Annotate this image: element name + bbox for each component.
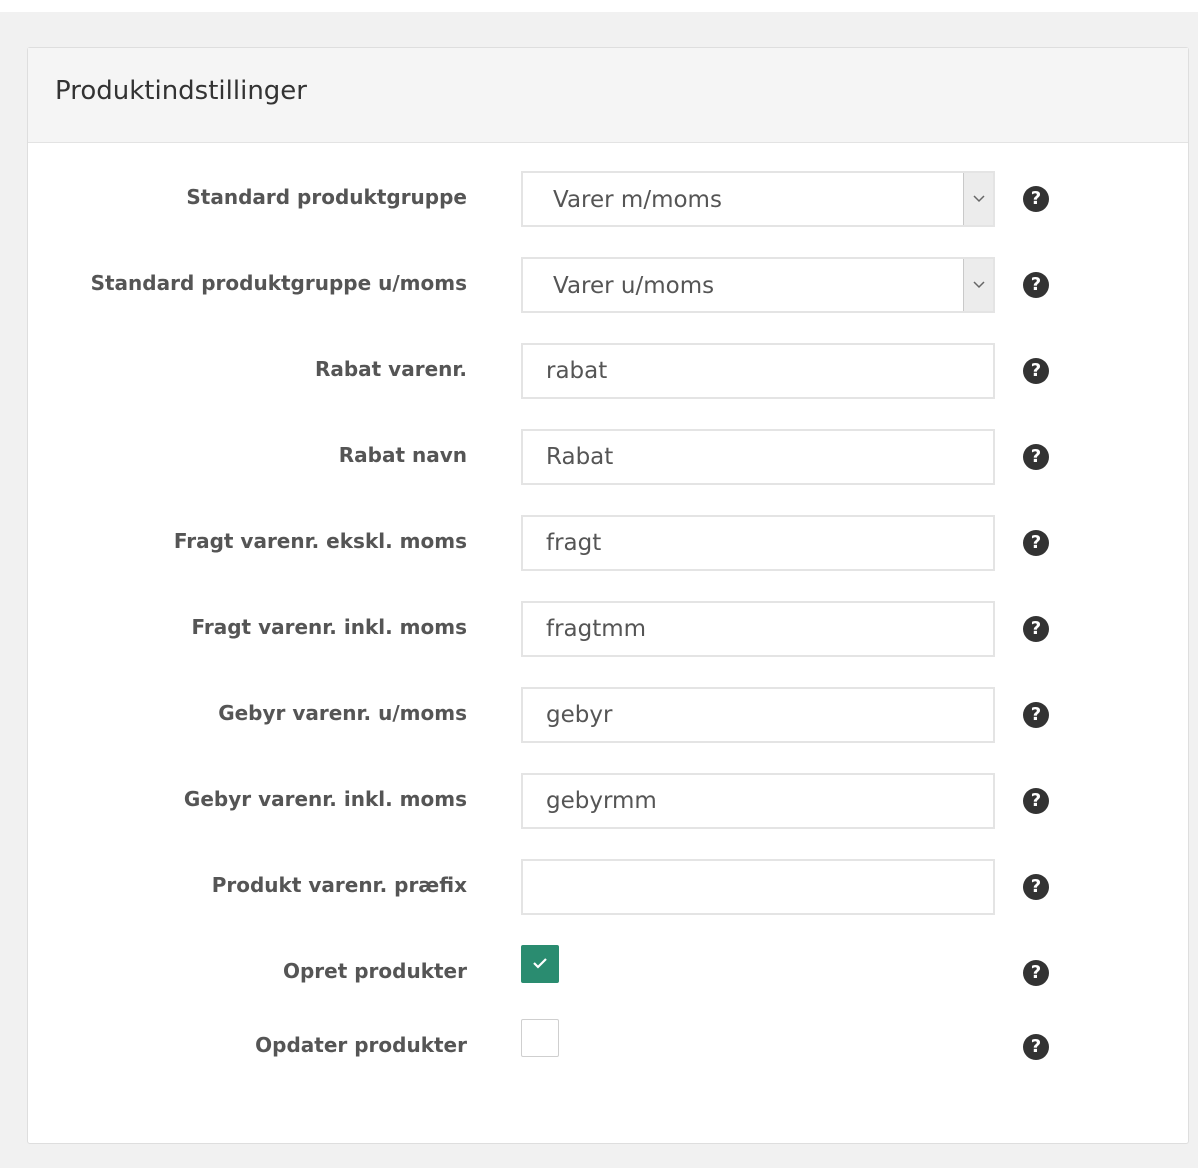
field-label: Rabat varenr.	[314, 357, 467, 381]
freight-incl-vat-field-wrap	[521, 601, 995, 657]
standard-product-group-ex-vat-select[interactable]: Varer u/moms	[521, 257, 995, 313]
product-settings-panel: Produktindstillinger Standard produktgru…	[27, 47, 1189, 1144]
create-products-checkbox[interactable]	[521, 945, 559, 983]
freight-ex-vat-field-wrap	[521, 515, 995, 571]
fee-incl-vat-field[interactable]	[523, 775, 993, 827]
help-icon[interactable]: ?	[1023, 788, 1049, 814]
help-icon[interactable]: ?	[1023, 960, 1049, 986]
help-icon[interactable]: ?	[1023, 186, 1049, 212]
chevron-down-icon[interactable]	[963, 259, 993, 311]
fee-incl-vat-field-wrap	[521, 773, 995, 829]
fee-ex-vat-field-wrap	[521, 687, 995, 743]
help-icon[interactable]: ?	[1023, 702, 1049, 728]
form-row-create-products: Opret produkter ?	[28, 945, 1188, 1003]
discount-name-field[interactable]	[523, 431, 993, 483]
field-label: Gebyr varenr. u/moms	[218, 701, 467, 725]
form-row-discount-item-no: Rabat varenr. ?	[28, 343, 1188, 401]
discount-item-no-field[interactable]	[523, 345, 993, 397]
field-label: Standard produktgruppe u/moms	[90, 271, 467, 295]
form-row-fee-incl-vat: Gebyr varenr. inkl. moms ?	[28, 773, 1188, 831]
help-icon[interactable]: ?	[1023, 272, 1049, 298]
discount-name-field-wrap	[521, 429, 995, 485]
field-label: Opdater produkter	[255, 1033, 467, 1057]
field-label: Rabat navn	[338, 443, 467, 467]
field-label: Gebyr varenr. inkl. moms	[183, 787, 467, 811]
freight-ex-vat-field[interactable]	[523, 517, 993, 569]
help-icon[interactable]: ?	[1023, 444, 1049, 470]
check-icon	[533, 958, 547, 969]
field-label: Opret produkter	[282, 959, 467, 983]
product-prefix-field[interactable]	[523, 861, 993, 913]
form-row-freight-incl-vat: Fragt varenr. inkl. moms ?	[28, 601, 1188, 659]
help-icon[interactable]: ?	[1023, 874, 1049, 900]
form-row-fee-ex-vat: Gebyr varenr. u/moms ?	[28, 687, 1188, 745]
select-value: Varer u/moms	[553, 273, 715, 299]
form-row-standard-product-group: Standard produktgruppe Varer m/moms ?	[28, 171, 1188, 229]
form-row-standard-product-group-ex-vat: Standard produktgruppe u/moms Varer u/mo…	[28, 257, 1188, 315]
panel-header: Produktindstillinger	[28, 48, 1188, 143]
select-value: Varer m/moms	[553, 187, 722, 213]
freight-incl-vat-field[interactable]	[523, 603, 993, 655]
fee-ex-vat-field[interactable]	[523, 689, 993, 741]
field-label: Produkt varenr. præfix	[211, 873, 467, 897]
help-icon[interactable]: ?	[1023, 530, 1049, 556]
standard-product-group-select[interactable]: Varer m/moms	[521, 171, 995, 227]
help-icon[interactable]: ?	[1023, 1034, 1049, 1060]
page-top-strip	[0, 0, 1198, 12]
update-products-checkbox[interactable]	[521, 1019, 559, 1057]
field-label: Fragt varenr. inkl. moms	[191, 615, 468, 639]
help-icon[interactable]: ?	[1023, 616, 1049, 642]
product-prefix-field-wrap	[521, 859, 995, 915]
form-row-update-products: Opdater produkter ?	[28, 1019, 1188, 1077]
form-row-freight-ex-vat: Fragt varenr. ekskl. moms ?	[28, 515, 1188, 573]
field-label: Fragt varenr. ekskl. moms	[173, 529, 467, 553]
panel-title: Produktindstillinger	[55, 76, 307, 106]
help-icon[interactable]: ?	[1023, 358, 1049, 384]
form-row-product-prefix: Produkt varenr. præfix ?	[28, 859, 1188, 917]
chevron-down-icon[interactable]	[963, 173, 993, 225]
form-row-discount-name: Rabat navn ?	[28, 429, 1188, 487]
discount-item-no-field-wrap	[521, 343, 995, 399]
field-label: Standard produktgruppe	[186, 185, 467, 209]
